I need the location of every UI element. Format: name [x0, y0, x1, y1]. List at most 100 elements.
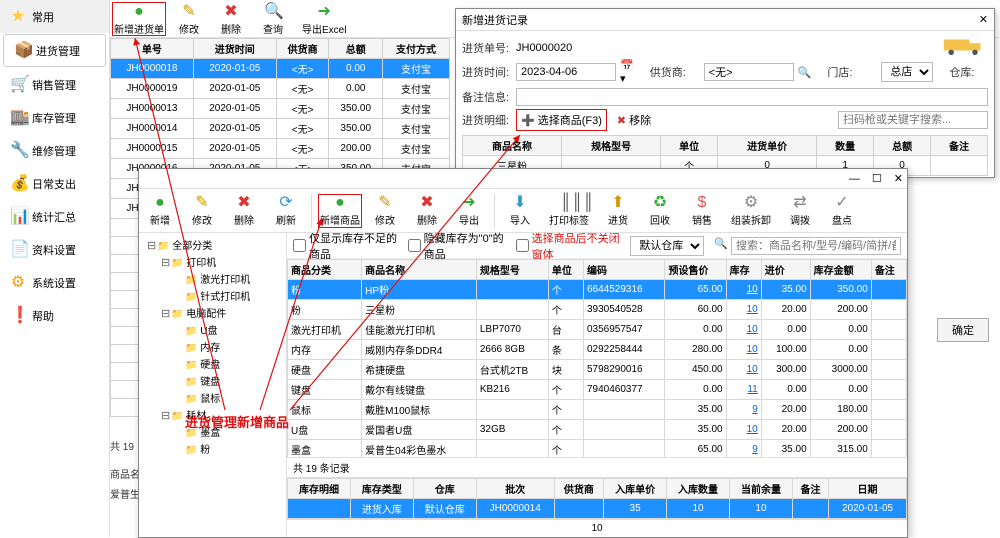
- supplier-input[interactable]: [704, 63, 794, 81]
- nav-box-in[interactable]: 📦进货管理: [3, 34, 106, 67]
- nav-gear[interactable]: ⚙系统设置: [0, 266, 109, 299]
- filter-bar: 仅显示库存不足的商品 隐藏库存为"0"的商品 选择商品后不关闭窗体 默认仓库 🔍: [287, 233, 907, 259]
- toolbar-search-button[interactable]: 🔍查询: [254, 2, 292, 36]
- tree-node[interactable]: ⊟📁 全部分类: [141, 236, 284, 253]
- new-purchase-dialog: 新增进货记录 ✕ 进货单号: JH0000020 进货时间: 📅▾ 供货商: 🔍…: [455, 8, 995, 178]
- col-header[interactable]: 支付方式: [383, 39, 450, 59]
- category-tree[interactable]: ⊟📁 全部分类⊟📁 打印机📁 激光打印机📁 针式打印机⊟📁 电脑配件📁 U盘📁 …: [139, 233, 287, 537]
- goods-tb-导入[interactable]: ⬇导入: [501, 194, 539, 228]
- nav-wrench[interactable]: 🔧维修管理: [0, 134, 109, 167]
- supplier-label: 供货商:: [650, 64, 700, 80]
- dialog-title: 新增进货记录: [462, 12, 528, 28]
- goods-tb-打印标签[interactable]: ║║║打印标签: [543, 194, 595, 228]
- goods-table[interactable]: 商品分类商品名称规格型号单位编码预设售价库存进价库存金额备注粉HP粉个66445…: [287, 259, 907, 457]
- goods-row[interactable]: 硬盘希捷硬盘台式机2TB块5798290016450.0010300.00300…: [288, 360, 907, 380]
- goods-tb-调拨[interactable]: ⇄调拨: [781, 194, 819, 228]
- select-goods-button[interactable]: ➕ 选择商品(F3): [516, 109, 607, 131]
- ok-button[interactable]: 确定: [937, 318, 989, 342]
- goods-tb-修改[interactable]: ✎修改: [366, 194, 404, 228]
- order-no: JH0000020: [516, 42, 572, 54]
- noclose-checkbox[interactable]: 选择商品后不关闭窗体: [516, 230, 621, 262]
- goods-tb-盘点[interactable]: ✓盘点: [823, 194, 861, 228]
- only-nostock-checkbox[interactable]: 仅显示库存不足的商品: [293, 230, 398, 262]
- tree-node[interactable]: ⊟📁 耗材: [141, 406, 284, 423]
- maximize-icon[interactable]: ☐: [872, 172, 882, 185]
- date-input[interactable]: [516, 63, 616, 81]
- tree-node[interactable]: 📁 硬盘: [141, 355, 284, 372]
- search-icon[interactable]: 🔍: [798, 66, 812, 79]
- tree-node[interactable]: 📁 内存: [141, 338, 284, 355]
- goods-toolbar: ●新增✎修改✖删除⟳刷新●新增商品✎修改✖删除➜导出⬇导入║║║打印标签⬆进货♻…: [139, 189, 907, 233]
- tree-node[interactable]: 📁 墨盒: [141, 423, 284, 440]
- goods-tb-删除[interactable]: ✖删除: [225, 194, 263, 228]
- goods-row[interactable]: 键盘戴尔有线键盘KB216个79404603770.00110.000.00: [288, 380, 907, 400]
- goods-window: — ☐ ✕ ●新增✎修改✖删除⟳刷新●新增商品✎修改✖删除➜导出⬇导入║║║打印…: [138, 168, 908, 538]
- shop-select[interactable]: 总店: [881, 62, 933, 82]
- calendar-icon[interactable]: 📅▾: [620, 59, 634, 85]
- goods-tb-进货[interactable]: ⬆进货: [599, 194, 637, 228]
- tree-node[interactable]: 📁 激光打印机: [141, 270, 284, 287]
- nav-warehouse[interactable]: 🏬库存管理: [0, 101, 109, 134]
- order-no-label: 进货单号:: [462, 40, 512, 56]
- wh-filter-select[interactable]: 默认仓库: [630, 236, 704, 256]
- scan-input[interactable]: [838, 111, 988, 129]
- goods-tb-导出[interactable]: ➜导出: [450, 194, 488, 228]
- date-label: 进货时间:: [462, 64, 512, 80]
- goods-tb-新增[interactable]: ●新增: [141, 194, 179, 228]
- goods-row[interactable]: 激光打印机佳能激光打印机LBP7070台03569575470.00100.00…: [288, 320, 907, 340]
- plus-icon: ➕: [521, 114, 535, 127]
- tree-node[interactable]: 📁 鼠标: [141, 389, 284, 406]
- goods-row[interactable]: 粉HP粉个664452931665.001035.00350.00: [288, 280, 907, 300]
- nav-doc[interactable]: 📄资料设置: [0, 233, 109, 266]
- col-header[interactable]: 供货商: [276, 39, 329, 59]
- goods-row[interactable]: 内存威刚内存条DDR42666 8GB条0292258444280.001010…: [288, 340, 907, 360]
- nav-chart[interactable]: 📊统计汇总: [0, 200, 109, 233]
- goods-tb-刷新[interactable]: ⟳刷新: [267, 194, 305, 228]
- col-header[interactable]: 单号: [111, 39, 194, 59]
- purchase-row[interactable]: JH00000142020-01-05<无>350.00支付宝: [111, 119, 450, 139]
- remove-button[interactable]: ✖ 移除: [617, 112, 651, 128]
- search-icon[interactable]: 🔍: [714, 237, 728, 255]
- goods-tb-删除[interactable]: ✖删除: [408, 194, 446, 228]
- goods-tb-新增商品[interactable]: ●新增商品: [318, 194, 362, 228]
- goods-row[interactable]: 粉三星粉个393054052860.001020.00200.00: [288, 300, 907, 320]
- col-header[interactable]: 总额: [329, 39, 383, 59]
- tree-node[interactable]: 📁 粉: [141, 440, 284, 457]
- goods-tb-销售[interactable]: $销售: [683, 194, 721, 228]
- tree-node[interactable]: 📁 针式打印机: [141, 287, 284, 304]
- minimize-icon[interactable]: —: [849, 173, 860, 185]
- goods-tb-修改[interactable]: ✎修改: [183, 194, 221, 228]
- close-icon[interactable]: ✕: [894, 172, 903, 185]
- toolbar-pencil-button[interactable]: ✎修改: [170, 2, 208, 36]
- goods-row[interactable]: 鼠标戴胜M100鼠标个35.00920.00180.00: [288, 400, 907, 420]
- hide-zero-checkbox[interactable]: 隐藏库存为"0"的商品: [408, 230, 506, 262]
- purchase-row[interactable]: JH00000152020-01-05<无>200.00支付宝: [111, 139, 450, 159]
- nav-cart[interactable]: 🛒销售管理: [0, 68, 109, 101]
- toolbar-plus-button[interactable]: ●新增进货单: [112, 2, 166, 36]
- goods-row[interactable]: 墨盒爱普生04彩色墨水个65.00935.00315.00: [288, 440, 907, 458]
- goods-search-input[interactable]: [731, 237, 901, 255]
- purchase-row[interactable]: JH00000132020-01-05<无>350.00支付宝: [111, 99, 450, 119]
- stock-detail-grid: 库存明细库存类型仓库批次供货商入库单价入库数量当前余量备注日期进货入库默认仓库J…: [287, 477, 907, 519]
- purchase-row[interactable]: JH00000182020-01-05<无>0.00支付宝: [111, 59, 450, 79]
- nav-help[interactable]: ❗帮助: [0, 299, 109, 332]
- goods-tb-组装拆卸[interactable]: ⚙组装拆卸: [725, 194, 777, 228]
- toolbar-export-button[interactable]: ➜导出Excel: [296, 2, 352, 36]
- nav-money[interactable]: 💰日常支出: [0, 167, 109, 200]
- row-fragment: 爱普生: [110, 486, 140, 501]
- remark-input[interactable]: [516, 88, 988, 106]
- tree-node[interactable]: 📁 U盘: [141, 321, 284, 338]
- tree-node[interactable]: 📁 键盘: [141, 372, 284, 389]
- tree-node[interactable]: ⊟📁 电脑配件: [141, 304, 284, 321]
- goods-tb-回收[interactable]: ♻回收: [641, 194, 679, 228]
- truck-icon: [942, 33, 986, 57]
- goods-row[interactable]: U盘爱国者U盘32GB个35.001020.00200.00: [288, 420, 907, 440]
- close-icon[interactable]: ✕: [979, 13, 988, 26]
- toolbar-xred-button[interactable]: ✖删除: [212, 2, 250, 36]
- status-bar: 10: [287, 519, 907, 537]
- goods-summary: 共 19 条记录: [287, 457, 907, 477]
- tree-node[interactable]: ⊟📁 打印机: [141, 253, 284, 270]
- nav-star[interactable]: ★常用: [0, 0, 109, 33]
- purchase-row[interactable]: JH00000192020-01-05<无>0.00支付宝: [111, 79, 450, 99]
- col-header[interactable]: 进货时间: [193, 39, 276, 59]
